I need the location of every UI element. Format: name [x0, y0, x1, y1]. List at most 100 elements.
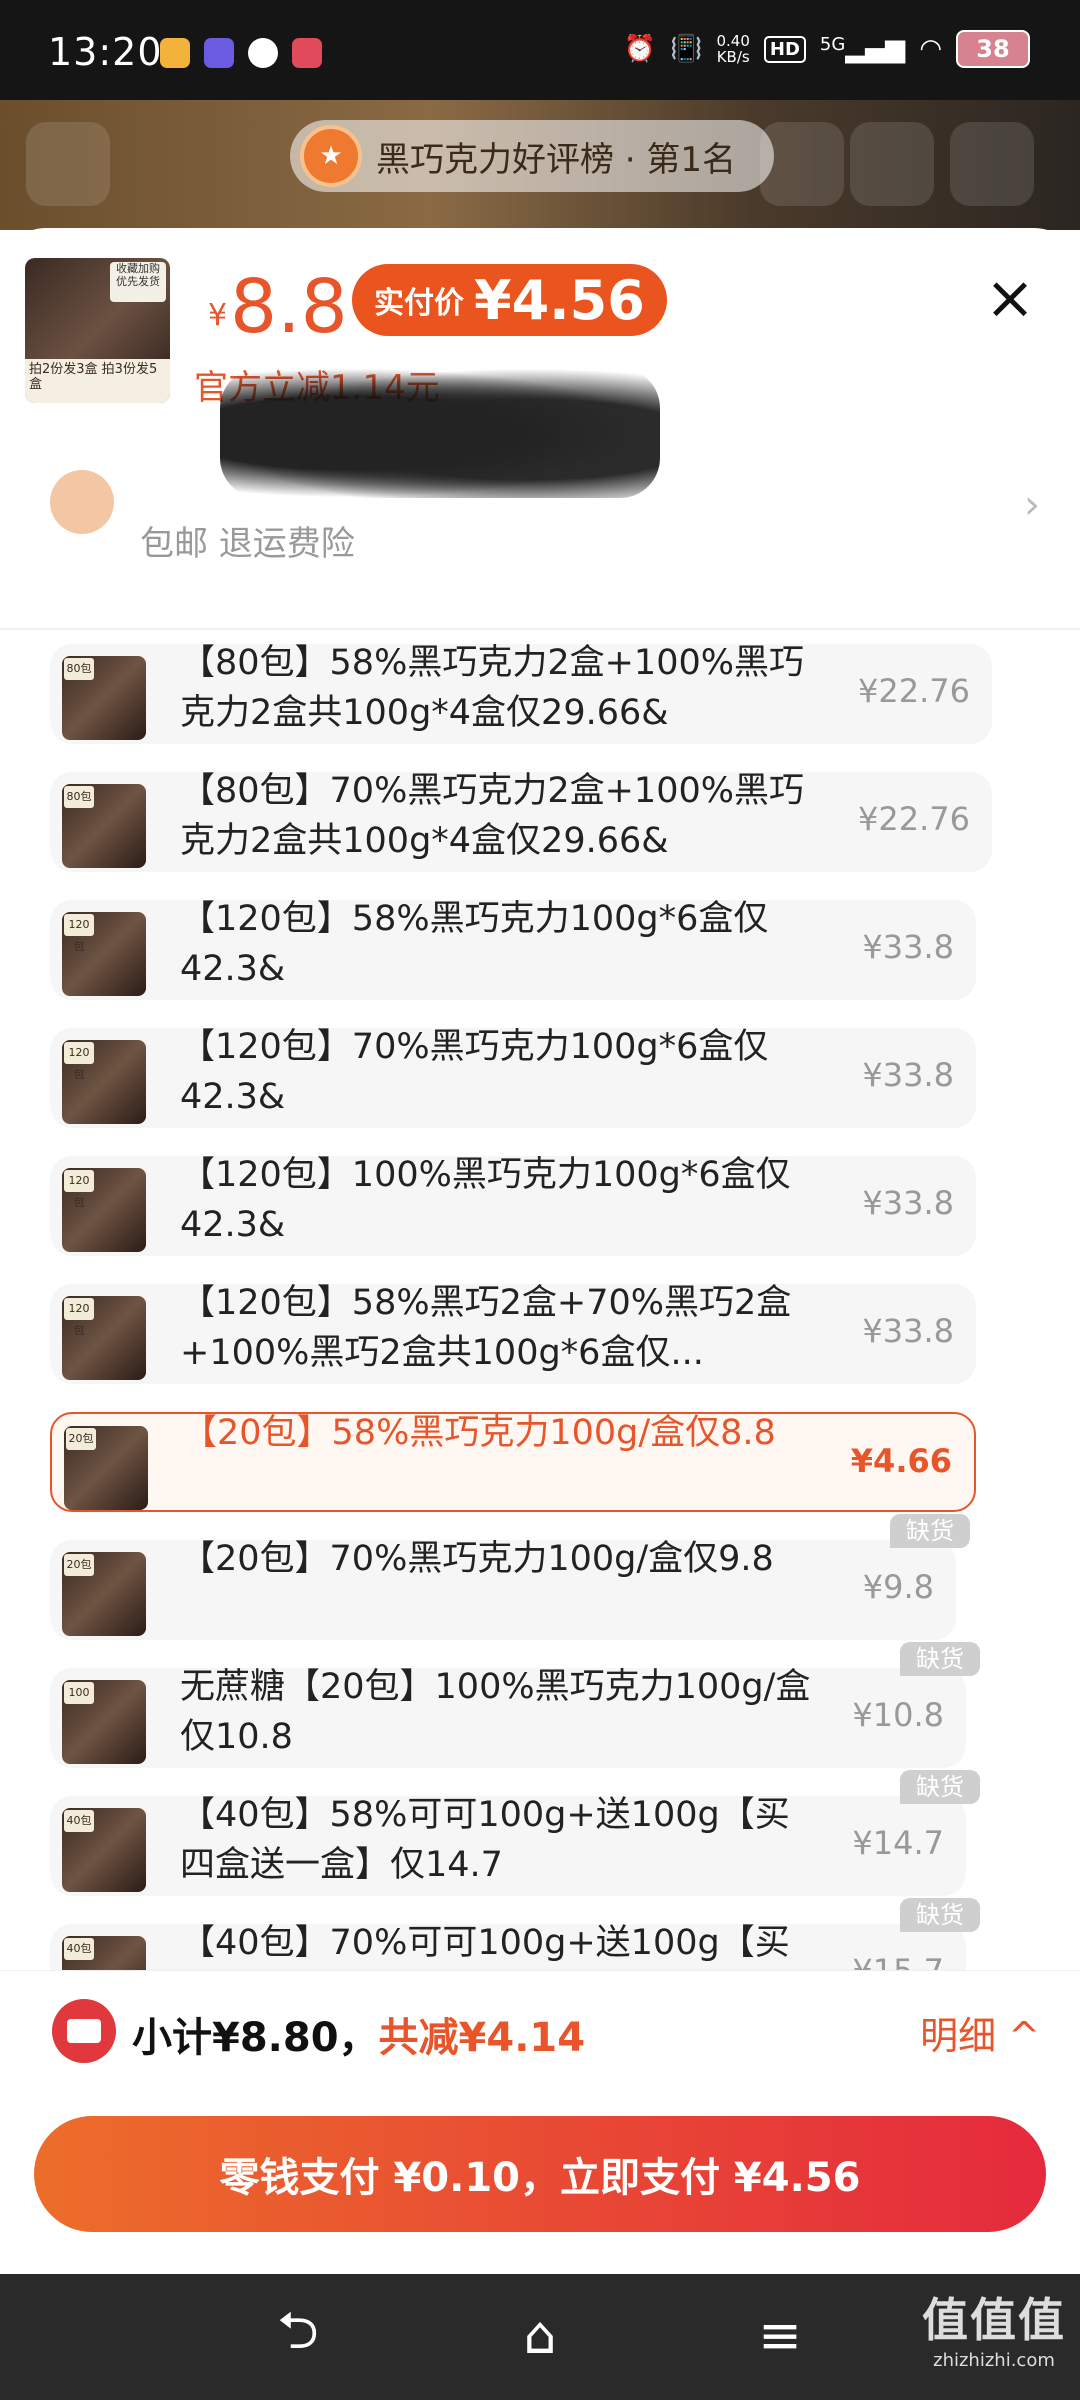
sku-price: ¥33.8 — [862, 928, 954, 966]
rank-text: 黑巧克力好评榜 · 第1名 — [376, 139, 737, 180]
medal-icon: ★ — [300, 125, 362, 187]
sku-price: ¥22.76 — [858, 672, 970, 710]
watermark: 值值值 zhizhizhi.com — [922, 2293, 1066, 2371]
sku-price: ¥22.76 — [858, 800, 970, 838]
sku-thumbnail: 120包 — [62, 1296, 146, 1380]
sku-price: ¥10.8 — [852, 1696, 944, 1734]
sku-thumbnail-tag: 40包 — [64, 1810, 94, 1832]
sku-name: 【20包】70%黑巧克力100g/盒仅9.8 — [180, 1539, 774, 1579]
close-icon[interactable]: × — [982, 268, 1038, 328]
more-button[interactable] — [950, 122, 1034, 206]
product-price: 8.8 — [230, 264, 348, 350]
service-icon — [50, 470, 114, 534]
hd-icon: HD — [763, 35, 806, 63]
sku-thumbnail-tag: 120包 — [64, 1170, 94, 1209]
sku-thumbnail-tag: 80包 — [64, 786, 94, 808]
sku-thumbnail: 20包 — [62, 1552, 146, 1636]
menu-nav-icon[interactable]: ≡ — [750, 2306, 810, 2366]
sku-name: 【40包】58%可可100g+送100g【买四盒送一盒】仅14.7 — [180, 1795, 790, 1885]
sku-thumbnail-tag: 120包 — [64, 914, 94, 953]
chevron-right-icon[interactable]: › — [1024, 482, 1040, 528]
sku-thumbnail-tag: 120包 — [64, 1042, 94, 1081]
product-thumbnail[interactable]: 收藏加购 优先发货 拍2份发3盒 拍3份发5盒 — [25, 258, 170, 403]
sku-thumbnail-tag: 100 — [64, 1682, 94, 1704]
wifi-icon: ◠ — [919, 34, 942, 64]
sku-name: 【40包】70%可可100g+送100g【买四盒送一盒】仅15.7 — [180, 1923, 790, 1963]
alarm-icon: ⏰ — [623, 34, 657, 64]
app-notification-icon — [292, 38, 322, 68]
app-notification-icon — [204, 38, 234, 68]
sku-price: ¥33.8 — [862, 1312, 954, 1350]
sku-thumbnail: 120包 — [62, 1168, 146, 1252]
out-of-stock-badge: 缺货 — [900, 1898, 980, 1932]
sku-thumbnail: 120包 — [62, 1040, 146, 1124]
sku-name: 【80包】58%黑巧克力2盒+100%黑巧克力2盒共100g*4盒仅29.66& — [180, 643, 804, 733]
home-nav-icon[interactable]: ⌂ — [510, 2306, 570, 2366]
network-speed: 0.40 KB/s — [716, 32, 750, 66]
sku-option[interactable]: 120包 【120包】100%黑巧克力100g*6盒仅42.3& ¥33.8 — [50, 1155, 976, 1256]
sku-selector-sheet: 收藏加购 优先发货 拍2份发3盒 拍3份发5盒 ¥ 8.8 实付价 ¥4.56 … — [0, 228, 1080, 1970]
sku-option[interactable]: 120包 【120包】70%黑巧克力100g*6盒仅42.3& ¥33.8 — [50, 1027, 976, 1128]
sku-thumbnail-tag: 80包 — [64, 658, 94, 680]
sku-name: 无蔗糖【20包】100%黑巧克力100g/盒仅10.8 — [180, 1667, 811, 1757]
sku-name: 【20包】58%黑巧克力100g/盒仅8.8 — [182, 1413, 776, 1453]
sku-thumbnail-tag: 20包 — [64, 1554, 94, 1576]
sku-thumbnail-tag: 40包 — [64, 1938, 94, 1960]
cart-button[interactable] — [850, 122, 934, 206]
thumbnail-badge: 收藏加购 优先发货 — [110, 262, 166, 302]
sku-price: ¥15.7 — [852, 1952, 944, 1970]
real-pay-label: 实付价 — [374, 286, 464, 321]
system-navbar: ⮌ ⌂ ≡ 值值值 zhizhizhi.com — [0, 2274, 1080, 2400]
sku-option[interactable]: 40包 【40包】70%可可100g+送100g【买四盒送一盒】仅15.7 ¥15.… — [50, 1898, 980, 1970]
battery-icon: 38 — [956, 30, 1030, 68]
service-text: 包邮 退运费险 — [140, 524, 355, 564]
sku-thumbnail: 100 — [62, 1680, 146, 1764]
sku-name: 【120包】58%黑巧2盒+70%黑巧2盒+100%黑巧2盒共100g*6盒仅.… — [180, 1283, 792, 1373]
sku-price: ¥33.8 — [862, 1184, 954, 1222]
sku-thumbnail: 40包 — [62, 1808, 146, 1892]
back-nav-icon[interactable]: ⮌ — [268, 2301, 328, 2366]
rank-badge[interactable]: ★ 黑巧克力好评榜 · 第1名 — [290, 120, 775, 192]
status-time: 13:20 — [48, 30, 163, 74]
sku-option[interactable]: 120包 【120包】58%黑巧克力100g*6盒仅42.3& ¥33.8 — [50, 899, 976, 1000]
sku-option[interactable]: 80包 【80包】70%黑巧克力2盒+100%黑巧克力2盒共100g*4盒仅29.… — [50, 771, 992, 872]
out-of-stock-badge: 缺货 — [900, 1642, 980, 1676]
sku-option[interactable]: 80包 【80包】58%黑巧克力2盒+100%黑巧克力2盒共100g*4盒仅29.… — [50, 643, 992, 744]
sku-name: 【120包】58%黑巧克力100g*6盒仅42.3& — [180, 899, 769, 989]
sku-thumbnail: 20包 — [64, 1426, 148, 1510]
sku-price: ¥33.8 — [862, 1056, 954, 1094]
back-button[interactable] — [26, 122, 110, 206]
sku-thumbnail: 80包 — [62, 784, 146, 868]
real-pay-badge: 实付价 ¥4.56 — [352, 264, 667, 336]
sku-option[interactable]: 20包 【20包】58%黑巧克力100g/盒仅8.8 ¥4.66 — [50, 1412, 976, 1512]
sku-thumbnail: 120包 — [62, 912, 146, 996]
detail-toggle[interactable]: 明细 ^ — [920, 2005, 1040, 2060]
sku-option[interactable]: 120包 【120包】58%黑巧2盒+70%黑巧2盒+100%黑巧2盒共100g*… — [50, 1283, 976, 1384]
app-notification-icon — [248, 38, 278, 68]
sku-thumbnail-tag: 120包 — [64, 1298, 94, 1337]
real-pay-value: ¥4.56 — [474, 268, 645, 332]
sku-thumbnail: 80包 — [62, 656, 146, 740]
sku-name: 【120包】100%黑巧克力100g*6盒仅42.3& — [180, 1155, 791, 1245]
coupon-icon — [52, 1999, 116, 2063]
sku-option[interactable]: 100 无蔗糖【20包】100%黑巧克力100g/盒仅10.8 ¥10.8 缺货 — [50, 1642, 980, 1768]
sku-list[interactable]: 80包 【80包】58%黑巧克力2盒+100%黑巧克力2盒共100g*4盒仅29.… — [0, 628, 1080, 1970]
redaction-scribble — [220, 368, 660, 498]
sku-price: ¥4.66 — [850, 1442, 952, 1480]
signal-icon: 5G▂▄▆ — [819, 34, 906, 64]
app-notification-icon — [160, 38, 190, 68]
sku-thumbnail-tag: 20包 — [66, 1428, 96, 1450]
pay-button[interactable]: 零钱支付 ¥0.10，立即支付 ¥4.56 — [34, 2116, 1046, 2232]
subtotal-amount: 小计¥8.80， — [132, 2015, 379, 2061]
vibrate-icon: 📳 — [670, 34, 703, 64]
saved-amount: 共减¥4.14 — [378, 2015, 586, 2061]
sku-name: 【80包】70%黑巧克力2盒+100%黑巧克力2盒共100g*4盒仅29.66& — [180, 771, 804, 861]
sku-option[interactable]: 20包 【20包】70%黑巧克力100g/盒仅9.8 ¥9.8 缺货 — [50, 1514, 970, 1640]
notification-icons — [160, 38, 322, 68]
checkout-footer: 小计¥8.80，共减¥4.14 明细 ^ 零钱支付 ¥0.10，立即支付 ¥4.… — [0, 1970, 1080, 2271]
out-of-stock-badge: 缺货 — [890, 1514, 970, 1548]
sku-thumbnail: 40包 — [62, 1936, 146, 1970]
sku-option[interactable]: 40包 【40包】58%可可100g+送100g【买四盒送一盒】仅14.7 ¥14.… — [50, 1770, 980, 1896]
sku-name: 【120包】70%黑巧克力100g*6盒仅42.3& — [180, 1027, 769, 1117]
status-bar: 13:20 ⏰ 📳 0.40 KB/s HD 5G▂▄▆ ◠ 38 — [0, 0, 1080, 100]
